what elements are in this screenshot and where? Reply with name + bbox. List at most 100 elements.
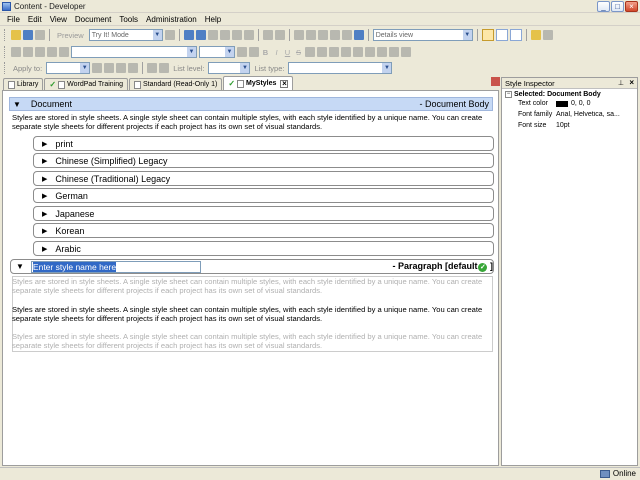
mode-select[interactable]: Try It! Mode ▼	[88, 29, 163, 41]
language-row[interactable]: ▶ print	[33, 136, 494, 151]
remove-icon[interactable]	[23, 47, 33, 57]
language-row[interactable]: ▶ Korean	[33, 223, 494, 238]
layout-view-icon[interactable]	[481, 29, 494, 41]
align-center-icon[interactable]	[329, 47, 339, 57]
expand-arrow-icon[interactable]: ▶	[42, 245, 47, 253]
tab-mystyles[interactable]: ✓ MyStyles ×	[223, 76, 294, 90]
italic-button[interactable]: I	[272, 48, 281, 57]
toolbar-grip[interactable]	[4, 62, 7, 74]
language-row[interactable]: ▶ Japanese	[33, 206, 494, 221]
publish-icon[interactable]	[530, 30, 541, 40]
inspector-selection[interactable]: − Selected: Document Body	[502, 89, 637, 98]
preview-options-icon[interactable]	[164, 30, 175, 40]
expand-arrow-icon[interactable]: ▶	[42, 175, 47, 183]
close-button[interactable]: ×	[625, 1, 638, 12]
close-panel-icon[interactable]: ×	[629, 78, 634, 87]
collapse-box-icon[interactable]: −	[505, 91, 512, 98]
property-row[interactable]: Text color 0, 0, 0	[502, 98, 637, 109]
menu-view[interactable]: View	[46, 15, 71, 24]
style-name-input[interactable]: Enter style name here	[30, 260, 201, 273]
redo-icon[interactable]	[274, 30, 285, 40]
numbering-icon[interactable]	[104, 63, 115, 73]
expand-arrow-icon[interactable]: ▶	[42, 192, 47, 200]
list-settings-icon[interactable]	[147, 63, 158, 73]
indent-icon[interactable]	[377, 47, 387, 57]
tab-standard[interactable]: Standard (Read-Only 1)	[129, 78, 223, 90]
check-icon[interactable]	[35, 47, 45, 57]
expand-arrow-icon[interactable]: ▶	[42, 210, 47, 218]
expand-arrow-icon[interactable]: ▶	[42, 227, 47, 235]
font-color-icon[interactable]	[237, 47, 247, 57]
split-view-icon[interactable]	[495, 29, 508, 41]
expand-arrow-icon[interactable]: ▶	[42, 140, 47, 148]
highlight-icon[interactable]	[249, 47, 259, 57]
delete-icon[interactable]	[219, 30, 230, 40]
collapse-triangle-icon[interactable]: ▼	[13, 100, 21, 109]
align-left-icon[interactable]	[317, 47, 327, 57]
superscript-icon[interactable]	[305, 47, 315, 57]
replace-icon[interactable]	[329, 30, 340, 40]
tab-wordpad-training[interactable]: ✓ WordPad Training	[44, 78, 129, 90]
language-row[interactable]: ▶ Chinese (Simplified) Legacy	[33, 153, 494, 168]
property-row[interactable]: Font family Arial, Helvetica, sa...	[502, 109, 637, 120]
format-painter-icon[interactable]	[231, 30, 242, 40]
find-icon[interactable]	[317, 30, 328, 40]
cut-icon[interactable]	[183, 30, 194, 40]
view-select[interactable]: Details view ▼	[372, 29, 473, 41]
language-row[interactable]: ▶ Arabic	[33, 241, 494, 256]
menu-edit[interactable]: Edit	[24, 15, 46, 24]
maximize-button[interactable]: □	[611, 1, 624, 12]
justify-icon[interactable]	[353, 47, 363, 57]
help-icon[interactable]	[353, 30, 364, 40]
insert-icon[interactable]	[293, 30, 304, 40]
clear-icon[interactable]	[243, 30, 254, 40]
font-size-select[interactable]: ▼	[199, 46, 235, 58]
back-icon[interactable]	[11, 47, 21, 57]
link-icon[interactable]	[47, 47, 57, 57]
expand-arrow-icon[interactable]: ▶	[42, 157, 47, 165]
toolbar-grip[interactable]	[4, 29, 7, 41]
pin-icon[interactable]: ⊥	[618, 79, 624, 87]
menu-document[interactable]: Document	[71, 15, 115, 24]
document-style-header[interactable]: ▼ Document - Document Body	[9, 97, 493, 111]
minimize-button[interactable]: _	[597, 1, 610, 12]
bold-button[interactable]: B	[261, 48, 270, 57]
increase-level-icon[interactable]	[128, 63, 139, 73]
language-row[interactable]: ▶ Chinese (Traditional) Legacy	[33, 171, 494, 186]
style-select[interactable]: ▼	[71, 46, 197, 58]
close-tab-icon[interactable]: ×	[280, 79, 289, 88]
paste-icon[interactable]	[207, 30, 218, 40]
table-icon[interactable]	[305, 30, 316, 40]
unlink-icon[interactable]	[59, 47, 69, 57]
close-document-icon[interactable]	[35, 30, 45, 40]
spell-check-icon[interactable]	[341, 30, 352, 40]
table-grid-icon[interactable]	[401, 47, 411, 57]
undo-icon[interactable]	[262, 30, 273, 40]
underline-button[interactable]: U	[283, 48, 292, 57]
save-icon[interactable]	[23, 30, 33, 40]
menu-tools[interactable]: Tools	[115, 15, 142, 24]
property-row[interactable]: Font size 10pt	[502, 120, 637, 131]
new-style-row[interactable]: ▼ Enter style name here - Paragraph [def…	[10, 259, 494, 274]
menu-help[interactable]: Help	[201, 15, 225, 24]
outdent-icon[interactable]	[365, 47, 375, 57]
tab-library[interactable]: Library	[3, 78, 44, 90]
toolbar-grip[interactable]	[4, 46, 7, 58]
apply-to-select[interactable]: ▼	[46, 62, 91, 74]
language-row[interactable]: ▶ German	[33, 188, 494, 203]
bullets-icon[interactable]	[92, 63, 103, 73]
list-level-select[interactable]: ▼	[208, 62, 251, 74]
sync-icon[interactable]	[542, 30, 553, 40]
panel-toggle-icon[interactable]	[491, 77, 500, 86]
border-icon[interactable]	[389, 47, 399, 57]
decrease-level-icon[interactable]	[116, 63, 127, 73]
align-right-icon[interactable]	[341, 47, 351, 57]
list-type-select[interactable]: ▼	[288, 62, 393, 74]
menu-administration[interactable]: Administration	[142, 15, 201, 24]
open-folder-icon[interactable]	[11, 30, 21, 40]
preview-button[interactable]: Preview	[54, 31, 87, 40]
collapse-triangle-icon[interactable]: ▼	[16, 262, 24, 271]
list-style-icon[interactable]	[159, 63, 170, 73]
strikethrough-button[interactable]: S	[294, 48, 303, 57]
copy-icon[interactable]	[195, 30, 206, 40]
